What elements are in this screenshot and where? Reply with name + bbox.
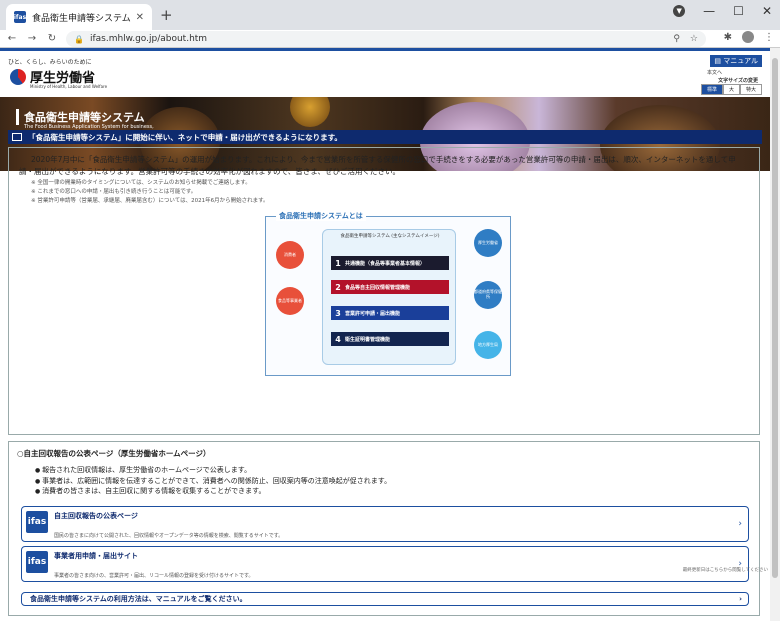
note-item: ※ 営業許可申請等（営業届、承継届、廃業届含む）については、2021年6月から開… bbox=[31, 197, 269, 204]
mhlw-logo[interactable]: 厚生労働省 Ministry of Health, Labour and Wel… bbox=[10, 67, 107, 89]
star-icon[interactable]: ☆ bbox=[690, 34, 698, 44]
lock-icon: 🔒 bbox=[74, 34, 84, 44]
font-size-label: 文字サイズの変更 bbox=[718, 78, 758, 84]
maximize-icon[interactable]: ☐ bbox=[733, 4, 744, 18]
site-header: ひと、くらし、みらいのために 厚生労働省 Ministry of Health,… bbox=[0, 51, 770, 97]
favicon-icon: ifas bbox=[14, 11, 26, 23]
ifas-icon: ifas bbox=[26, 511, 48, 533]
font-size-normal[interactable]: 標準 bbox=[700, 84, 723, 95]
business-node: 食品等事業者 bbox=[276, 287, 304, 315]
bullet-item: 事業者は、広範囲に情報を伝達することができて、消費者への関係防止、回収案内等の注… bbox=[35, 476, 391, 487]
card-title: 自主回収報告の公表ページ bbox=[54, 512, 138, 520]
scrollbar-thumb[interactable] bbox=[772, 58, 778, 578]
intro-text: 2020年7月中に「食品衛生申請等システム」の運用が始まります。これにより、今ま… bbox=[19, 155, 736, 176]
chevron-right-icon: › bbox=[738, 519, 742, 529]
system-diagram: 食品衛生申請システムとは 消費者 食品等事業者 厚生労働省 都道府県等保健所 地… bbox=[265, 211, 511, 376]
card-title: 事業者用申請・届出サイト bbox=[54, 552, 138, 560]
font-size-large[interactable]: 大 bbox=[722, 84, 740, 95]
feature-row-4: 4 衛生証明書管理機能 bbox=[331, 332, 449, 346]
new-tab-icon[interactable]: + bbox=[160, 6, 173, 24]
mhlw-logo-icon bbox=[10, 68, 26, 85]
ifas-icon: ifas bbox=[26, 551, 48, 573]
recall-heading: ○自主回収報告の公表ページ（厚生労働省ホームページ） bbox=[17, 449, 211, 458]
health-center-node: 都道府県等保健所 bbox=[474, 281, 502, 309]
minimize-icon[interactable]: — bbox=[703, 4, 715, 18]
panel-title: 食品衛生申請等システム (主なシステムイメージ) bbox=[340, 234, 440, 239]
url-text: ifas.mhlw.go.jp/about.htm bbox=[89, 34, 208, 44]
card-description: 国民の皆さまに向けて公開された、回収情報やオープンデータ等の情報を検索、閲覧する… bbox=[54, 533, 284, 539]
browser-tab-strip: ifas 食品衛生申請等システム ✕ + ▼ — ☐ ✕ bbox=[0, 0, 780, 30]
intro-notes: ※ 全国一律の開業時のタイミングについては、システムのお知らせ掲載でご連絡します… bbox=[19, 179, 749, 205]
close-tab-icon[interactable]: ✕ bbox=[136, 12, 144, 23]
chevron-right-icon: › bbox=[739, 595, 742, 603]
feature-row-3: 3 営業許可申請・届出機能 bbox=[331, 306, 449, 320]
note-item: ※ これまでの窓口への申請・届出も引き続き行うことは可能です。 bbox=[31, 189, 197, 196]
recall-bullets: 報告された回収情報は、厚生労働省のホームページで公表します。 事業者は、広範囲に… bbox=[35, 465, 391, 497]
feature-row-2: 2 食品等自主回収情報管理機能 bbox=[331, 280, 449, 294]
manual-button[interactable]: ▤ マニュアル bbox=[710, 55, 762, 67]
bullet-item: 報告された回収情報は、厚生労働省のホームページで公表します。 bbox=[35, 465, 391, 476]
footnote: 最終更新日はこちらから閲覧してください bbox=[682, 568, 768, 573]
tab-title: 食品衛生申請等システム bbox=[32, 13, 131, 24]
regional-bureau-node: 地方厚生局 bbox=[474, 331, 502, 359]
reload-icon[interactable]: ↻ bbox=[44, 33, 60, 44]
notice-heading: 「食品衛生申請等システム」に開始に伴い、ネットで申請・届け出ができるようになりま… bbox=[8, 130, 762, 144]
feature-row-1: 1 共通機能（食品等事業者基本情報） bbox=[331, 256, 449, 270]
recall-section: ○自主回収報告の公表ページ（厚生労働省ホームページ） 報告された回収情報は、厚生… bbox=[8, 441, 760, 616]
banner-title: 食品衛生申請等システム bbox=[16, 109, 145, 125]
scrollbar[interactable] bbox=[770, 48, 780, 621]
tagline: ひと、くらし、みらいのために bbox=[8, 59, 92, 66]
font-size-switcher: 標準 大 特大 bbox=[700, 84, 762, 95]
business-site-link[interactable]: ifas 事業者用申請・届出サイト 事業者の皆さま向けの、営業許可・届出、リコー… bbox=[21, 546, 749, 582]
back-icon[interactable]: ← bbox=[4, 33, 20, 44]
diagram-title: 食品衛生申請システムとは bbox=[276, 211, 366, 221]
monitor-icon bbox=[12, 133, 22, 141]
address-bar[interactable]: 🔒 ifas.mhlw.go.jp/about.htm ⚲ ☆ bbox=[66, 31, 706, 47]
bullet-item: 消費者の皆さまは、自主回収に関する情報を収集することができます。 bbox=[35, 486, 391, 497]
skip-to-content-link[interactable]: 本文へ bbox=[707, 69, 722, 76]
window-close-icon[interactable]: ✕ bbox=[762, 4, 772, 18]
system-panel: 食品衛生申請等システム (主なシステムイメージ) 1 共通機能（食品等事業者基本情… bbox=[322, 229, 456, 365]
card-description: 事業者の皆さま向けの、営業許可・届出、リコール情報の登録を受け付けるサイトです。 bbox=[54, 573, 254, 579]
zoom-icon[interactable]: ⚲ bbox=[673, 34, 680, 44]
logo-english: Ministry of Health, Labour and Welfare bbox=[30, 84, 108, 89]
mhlw-node: 厚生労働省 bbox=[474, 229, 502, 257]
note-item: ※ 全国一律の開業時のタイミングについては、システムのお知らせ掲載でご連絡します… bbox=[31, 180, 251, 187]
font-size-xlarge[interactable]: 特大 bbox=[739, 84, 762, 95]
intro-section: 2020年7月中に「食品衛生申請等システム」の運用が始まります。これにより、今ま… bbox=[8, 147, 760, 435]
manual-link[interactable]: 食品衛生申請等システムの利用方法は、マニュアルをご覧ください。 › bbox=[21, 592, 749, 606]
forward-icon[interactable]: → bbox=[24, 33, 40, 44]
avatar[interactable] bbox=[742, 31, 754, 43]
extensions-icon[interactable]: ✱ bbox=[724, 32, 732, 43]
menu-icon[interactable]: ⋮ bbox=[764, 32, 774, 43]
profile-menu-icon[interactable]: ▼ bbox=[673, 5, 686, 17]
recall-public-page-link[interactable]: ifas 自主回収報告の公表ページ 国民の皆さまに向けて公開された、回収情報やオ… bbox=[21, 506, 749, 542]
consumer-node: 消費者 bbox=[276, 241, 304, 269]
browser-toolbar: ← → ↻ 🔒 ifas.mhlw.go.jp/about.htm ⚲ ☆ ✱ ⋮ bbox=[0, 30, 780, 48]
browser-tab[interactable]: ifas 食品衛生申請等システム ✕ bbox=[6, 4, 152, 30]
